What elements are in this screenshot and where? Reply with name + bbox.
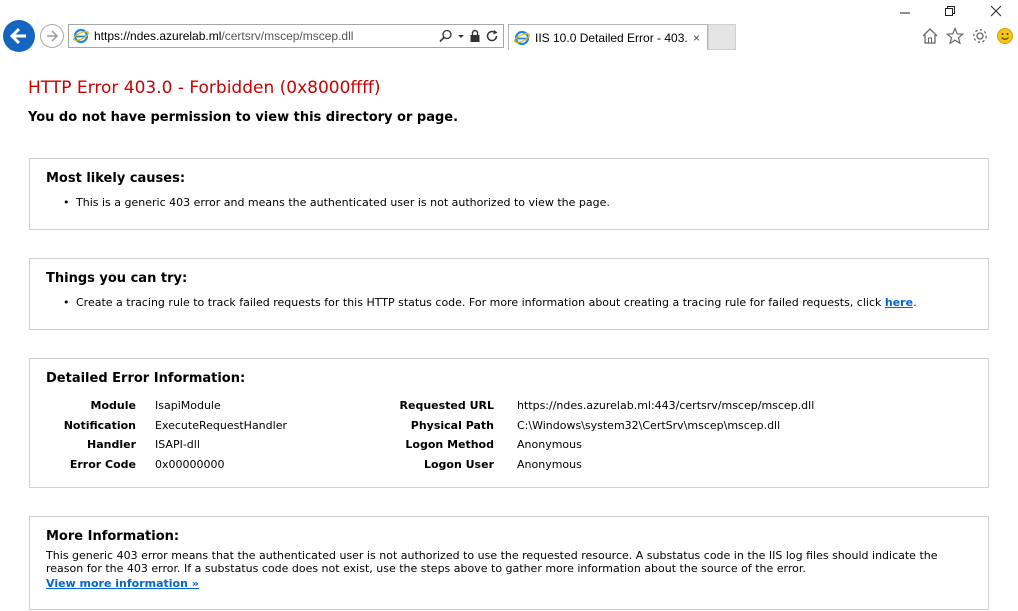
list-item: Create a tracing rule to track failed re… [63,296,917,309]
home-icon[interactable] [920,26,939,45]
detailed-error-box: Detailed Error Information: Module Isapi… [29,358,989,488]
causes-box: Most likely causes: This is a generic 40… [29,158,989,230]
error-title: HTTP Error 403.0 - Forbidden (0x8000ffff… [28,78,381,98]
detail-value: Anonymous [517,438,582,451]
detail-label: Module [90,399,136,412]
back-button[interactable] [3,20,35,52]
ie-tab-icon [514,30,530,45]
forward-arrow-icon [47,30,59,42]
tab-title: IIS 10.0 Detailed Error - 403.... [535,30,687,45]
settings-gear-icon[interactable] [970,26,989,45]
things-to-try-box: Things you can try: Create a tracing rul… [29,258,989,330]
try-heading: Things you can try: [46,271,188,286]
detail-label: Logon User [423,458,494,471]
details-heading: Detailed Error Information: [46,371,246,386]
detail-value: 0x00000000 [155,458,225,471]
minimize-icon[interactable] [890,2,920,20]
detail-value: Anonymous [517,458,582,471]
ie-page-icon [73,28,89,44]
smiley-feedback-icon[interactable] [995,26,1014,45]
tab-close-icon[interactable]: × [693,31,700,45]
detail-label: Error Code [69,458,136,471]
url-path: /certsrv/mscep/mscep.dll [221,29,354,43]
forward-button[interactable] [40,24,64,48]
error-subtitle: You do not have permission to view this … [28,110,459,125]
causes-heading: Most likely causes: [46,171,186,186]
detail-label: Notification [63,419,136,432]
search-icon[interactable] [439,29,453,43]
restore-icon[interactable] [935,2,965,20]
url-text[interactable]: https://ndes.azurelab.ml/certsrv/mscep/m… [94,29,439,43]
list-item: This is a generic 403 error and means th… [63,196,610,209]
tab-iis-error[interactable]: IIS 10.0 Detailed Error - 403.... × [508,24,708,50]
favorites-star-icon[interactable] [945,26,964,45]
browser-chrome: https://ndes.azurelab.ml/certsrv/mscep/m… [0,0,1018,60]
here-link[interactable]: here [885,296,913,309]
detail-value: ISAPI-dll [155,438,200,451]
more-description: This generic 403 error means that the au… [46,549,938,575]
view-more-information-link[interactable]: View more information » [46,577,199,590]
back-arrow-icon [9,27,26,45]
more-information-box: More Information: This generic 403 error… [29,516,989,610]
address-bar[interactable]: https://ndes.azurelab.ml/certsrv/mscep/m… [68,24,504,48]
detail-label: Logon Method [405,438,494,451]
try-suffix: . [913,296,917,309]
try-text: Create a tracing rule to track failed re… [76,296,885,309]
refresh-icon[interactable] [485,29,499,43]
detail-label: Physical Path [410,419,494,432]
detail-value: https://ndes.azurelab.ml:443/certsrv/msc… [517,399,815,412]
detail-value: C:\Windows\system32\CertSrv\mscep\mscep.… [517,419,781,432]
dropdown-arrow-icon[interactable] [457,29,465,43]
lock-icon[interactable] [469,29,481,43]
more-heading: More Information: [46,529,180,544]
new-tab-button[interactable] [708,24,736,50]
detail-value: ExecuteRequestHandler [155,419,287,432]
detail-label: Handler [87,438,136,451]
detail-value: IsapiModule [155,399,221,412]
close-window-icon[interactable] [981,2,1011,20]
detail-label: Requested URL [399,399,494,412]
url-host: https://ndes.azurelab.ml [94,29,222,43]
